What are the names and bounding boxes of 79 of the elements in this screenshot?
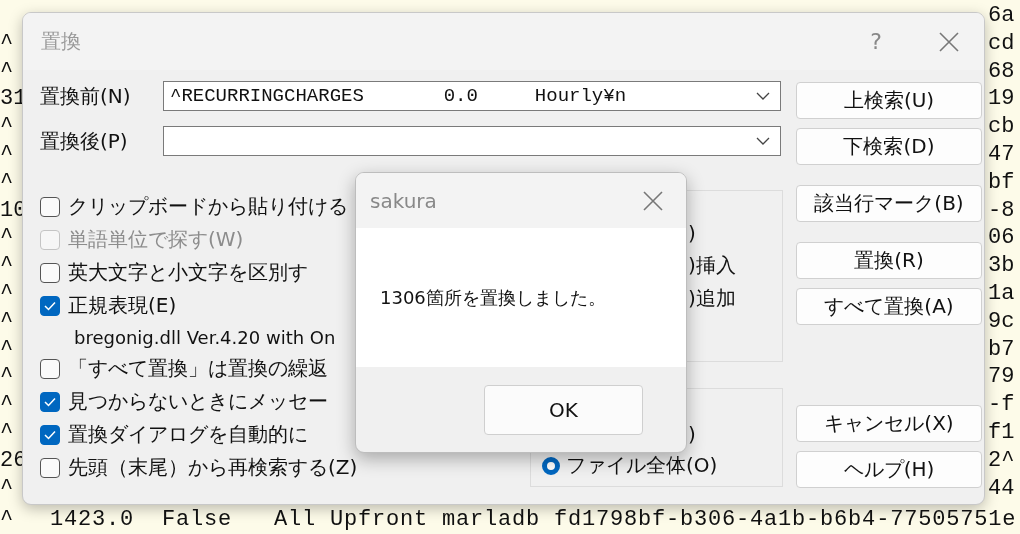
dialog-button[interactable]: 下検索(D): [796, 128, 982, 165]
checkbox[interactable]: [40, 196, 60, 217]
editor-line: 1423.0 False All Upfront marladb fd1798bf-b306-4a1b-b6b4-77505751e: [50, 508, 1018, 533]
checkbox[interactable]: [40, 262, 60, 283]
radio-button[interactable]: [542, 456, 560, 475]
search-combo[interactable]: ^RECURRINGCHARGES 0.0 Hourly¥n: [163, 81, 781, 111]
editor-text: ^: [0, 57, 15, 86]
editor-text: ^: [0, 363, 15, 392]
check-icon: [44, 396, 56, 407]
dialog-button[interactable]: 該当行マーク(B): [796, 185, 982, 222]
editor-text: ^: [0, 307, 15, 336]
message-text: 1306箇所を置換しました。: [380, 285, 606, 310]
dialog-button[interactable]: すべて置換(A): [796, 288, 982, 325]
dialog-button[interactable]: 上検索(U): [796, 82, 982, 119]
editor-text: f1: [988, 418, 1016, 447]
window-title: 置換: [41, 28, 82, 55]
dialog-button[interactable]: ヘルプ(H): [796, 451, 982, 488]
checkbox-label: 置換ダイアログを自動的に: [68, 421, 308, 448]
editor-text: cb: [988, 113, 1016, 141]
editor-text: ^: [0, 391, 15, 419]
option-label: ): [688, 422, 696, 446]
editor-text: 06: [988, 224, 1016, 253]
editor-text: ^: [0, 474, 15, 503]
checkbox-label: 正規表現(E): [68, 292, 177, 319]
editor-text: ^: [0, 418, 15, 447]
checkbox[interactable]: [40, 295, 60, 316]
editor-text: -f: [988, 391, 1016, 419]
editor-text: ^: [0, 168, 15, 197]
editor-text: bf: [988, 168, 1016, 197]
editor-text: 6a: [988, 2, 1016, 30]
editor-text: ^: [0, 29, 15, 58]
checkbox-label: クリップボードから貼り付ける: [68, 193, 348, 220]
check-icon: [44, 300, 56, 311]
editor-text: ^: [0, 224, 15, 253]
version-text: bregonig.dll Ver.4.20 with On: [73, 325, 337, 350]
checkbox[interactable]: [40, 358, 60, 379]
editor-text: ^: [0, 141, 15, 169]
ok-button[interactable]: OK: [484, 385, 643, 435]
editor-text: ^: [0, 113, 15, 141]
editor-text: b7: [988, 335, 1016, 364]
editor-text: 47: [988, 141, 1016, 169]
option-label: ): [688, 220, 696, 245]
editor-text: ^: [0, 335, 15, 364]
checkbox-label: 「すべて置換」は置換の繰返: [68, 355, 328, 382]
checkbox[interactable]: [40, 391, 60, 412]
checkbox-label: 単語単位で探す(W): [68, 226, 244, 253]
checkbox[interactable]: [40, 457, 60, 478]
editor-text: 19: [988, 85, 1016, 114]
close-icon[interactable]: [642, 189, 664, 212]
checkbox-label: 英大文字と小文字を区別す: [68, 259, 308, 286]
editor-text: 44: [988, 474, 1016, 503]
editor-text: 1a: [988, 279, 1016, 308]
editor-text: ^: [0, 252, 15, 280]
replace-combo[interactable]: [163, 126, 781, 156]
option-label: )追加: [688, 285, 736, 312]
editor-text: ^: [0, 279, 15, 308]
dialog-button[interactable]: 置換(R): [796, 242, 982, 279]
editor-text: 2^: [988, 446, 1016, 475]
dialog-button[interactable]: キャンセル(X): [796, 405, 982, 442]
field-label: 置換後(P): [40, 127, 129, 155]
editor-text: 3b: [988, 252, 1016, 280]
radio-label: ファイル全体(O): [566, 452, 718, 479]
editor-text: 79: [988, 363, 1016, 392]
checkbox[interactable]: [40, 424, 60, 445]
field-label: 置換前(N): [40, 82, 132, 110]
chevron-down-icon[interactable]: [756, 92, 770, 100]
window-title: sakura: [370, 188, 438, 213]
editor-text: -8: [988, 196, 1016, 225]
checkbox-label: 見つからないときにメッセー: [68, 388, 328, 415]
check-icon: [44, 429, 56, 440]
editor-text: cd: [988, 29, 1016, 58]
chevron-down-icon[interactable]: [756, 137, 770, 145]
editor-text: 9c: [988, 307, 1016, 336]
checkbox-label: 先頭（末尾）から再検索する(Z): [68, 454, 358, 481]
close-icon[interactable]: [938, 30, 960, 53]
editor-text: 31: [0, 85, 28, 114]
editor-text: ^: [0, 508, 15, 533]
editor-text: 68: [988, 57, 1016, 86]
option-label: )挿入: [688, 252, 736, 279]
